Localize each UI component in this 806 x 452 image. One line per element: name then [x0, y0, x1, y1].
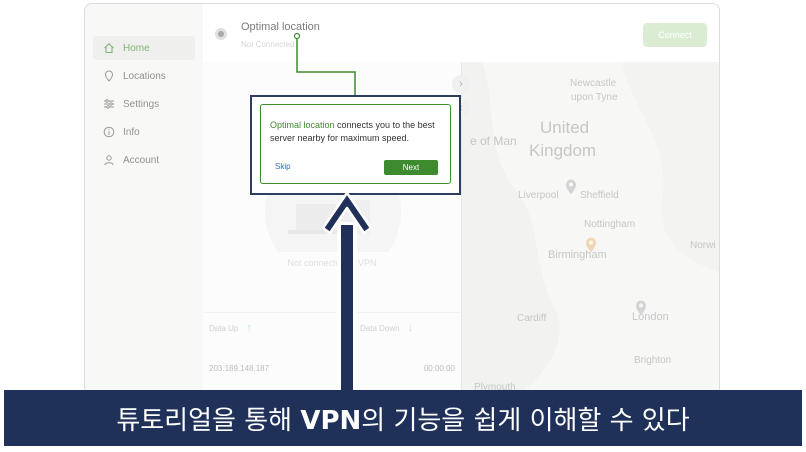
- caption-part-2: 의 기능을 쉽게 이해할 수 있다: [361, 405, 690, 436]
- caption-text: 튜토리얼을 통해 VPN의 기능을 쉽게 이해할 수 있다: [116, 400, 689, 437]
- caption-part-1: 튜토리얼을 통해: [116, 405, 301, 436]
- callout-arrow: [321, 191, 373, 394]
- caption-banner: 튜토리얼을 통해 VPN의 기능을 쉽게 이해할 수 있다: [4, 390, 802, 446]
- caption-vpn: VPN: [300, 405, 362, 436]
